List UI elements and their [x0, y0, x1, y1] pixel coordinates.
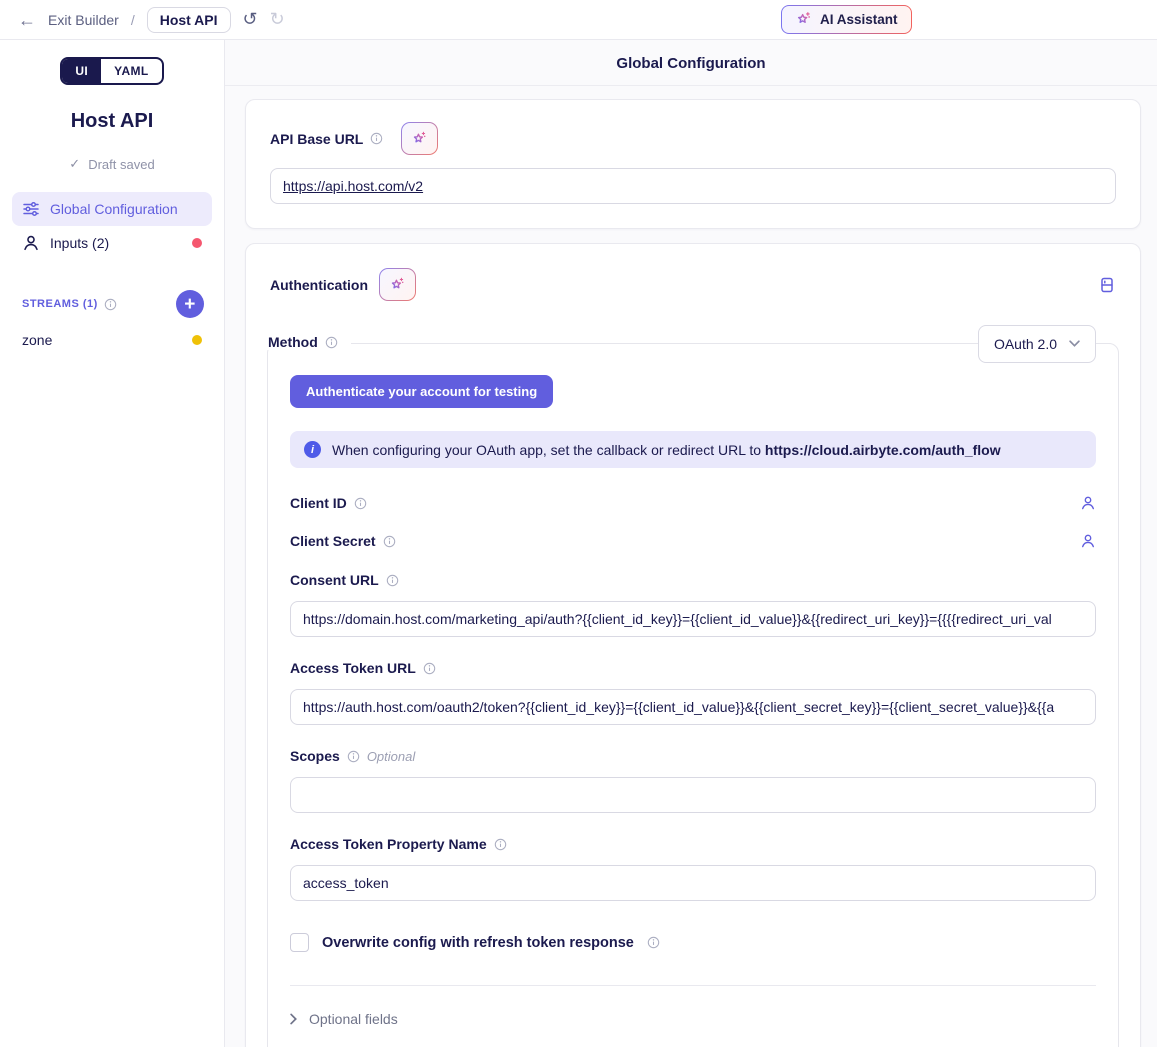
stream-status-dot: [192, 335, 202, 345]
inputs-status-dot: [192, 238, 202, 248]
toggle-yaml-option[interactable]: YAML: [101, 59, 162, 83]
divider: [290, 985, 1096, 986]
client-secret-row: Client Secret: [290, 533, 1096, 549]
connector-title: Host API: [0, 110, 224, 133]
user-input-link-icon[interactable]: [1080, 495, 1096, 511]
access-token-url-label: Access Token URL: [290, 660, 416, 676]
sidebar-item-label: Inputs (2): [50, 235, 109, 251]
access-token-property-label: Access Token Property Name: [290, 836, 487, 852]
info-icon[interactable]: [494, 838, 507, 851]
info-icon[interactable]: [104, 298, 117, 311]
overwrite-config-row: Overwrite config with refresh token resp…: [290, 933, 1096, 952]
access-token-url-input[interactable]: [290, 689, 1096, 725]
user-icon: [22, 234, 40, 252]
client-id-label: Client ID: [290, 495, 347, 511]
client-secret-label: Client Secret: [290, 533, 376, 549]
exit-builder-link[interactable]: Exit Builder: [48, 12, 119, 28]
api-base-url-label: API Base URL: [270, 131, 363, 147]
ai-suggest-button[interactable]: [401, 122, 438, 155]
info-filled-icon: i: [304, 441, 321, 458]
ai-sparkle-icon: [795, 11, 812, 28]
sidebar-item-stream-zone[interactable]: zone: [12, 326, 212, 354]
back-arrow-icon[interactable]: ←: [18, 11, 36, 29]
add-stream-button[interactable]: +: [176, 290, 204, 318]
scopes-input[interactable]: [290, 777, 1096, 813]
page-title: Global Configuration: [225, 40, 1157, 86]
info-icon[interactable]: [354, 497, 367, 510]
info-icon[interactable]: [386, 574, 399, 587]
documentation-icon[interactable]: [1098, 276, 1116, 294]
authentication-title: Authentication: [270, 277, 368, 293]
sidebar-item-global-configuration[interactable]: Global Configuration: [12, 192, 212, 226]
overwrite-config-checkbox[interactable]: [290, 933, 309, 952]
method-dropdown-value: OAuth 2.0: [994, 336, 1057, 352]
info-icon[interactable]: [370, 132, 383, 145]
optional-fields-label: Optional fields: [309, 1011, 398, 1027]
access-token-property-input[interactable]: [290, 865, 1096, 901]
info-icon[interactable]: [383, 535, 396, 548]
connector-name-field[interactable]: Host API: [147, 7, 231, 33]
info-icon[interactable]: [647, 936, 660, 949]
info-icon[interactable]: [423, 662, 436, 675]
sidebar: UI YAML Host API ✓ Draft saved Global Co…: [0, 40, 225, 1047]
scopes-field: Scopes Optional: [290, 748, 1096, 813]
api-base-url-card: API Base URL: [245, 99, 1141, 229]
user-input-link-icon[interactable]: [1080, 533, 1096, 549]
callback-url: https://cloud.airbyte.com/auth_flow: [765, 442, 1001, 458]
info-icon[interactable]: [325, 336, 338, 349]
oauth-fieldset: Method OAuth 2.0 Authenticate your accou…: [267, 343, 1119, 1047]
check-icon: ✓: [69, 156, 80, 172]
access-token-property-field: Access Token Property Name: [290, 836, 1096, 901]
method-dropdown[interactable]: OAuth 2.0: [978, 325, 1096, 363]
toggle-ui-option[interactable]: UI: [62, 59, 101, 83]
consent-url-field: Consent URL: [290, 572, 1096, 637]
ai-assistant-button[interactable]: AI Assistant: [781, 5, 912, 34]
info-icon[interactable]: [347, 750, 360, 763]
stream-name-label: zone: [22, 332, 52, 348]
ai-suggest-button[interactable]: [379, 268, 416, 301]
method-label: Method: [268, 334, 318, 350]
authentication-card: Authentication Method OAuth 2.0: [245, 243, 1141, 1047]
consent-url-label: Consent URL: [290, 572, 379, 588]
access-token-url-field: Access Token URL: [290, 660, 1096, 725]
sidebar-ui-yaml-toggle: UI YAML: [60, 57, 163, 85]
undo-icon[interactable]: ↺: [243, 9, 258, 30]
ai-assistant-label: AI Assistant: [820, 12, 898, 27]
authenticate-account-button[interactable]: Authenticate your account for testing: [290, 375, 553, 408]
scopes-label: Scopes: [290, 748, 340, 764]
save-status-label: Draft saved: [88, 157, 154, 172]
banner-text: When configuring your OAuth app, set the…: [332, 442, 1001, 458]
chevron-down-icon: [1069, 340, 1080, 348]
client-id-row: Client ID: [290, 495, 1096, 511]
save-status: ✓ Draft saved: [0, 156, 224, 172]
topbar: ← Exit Builder / Host API ↺ ↻ AI Assista…: [0, 0, 1157, 40]
streams-heading-label: STREAMS (1): [22, 298, 98, 310]
breadcrumb-separator: /: [131, 12, 135, 28]
main-panel: Global Configuration API Base URL Authen…: [225, 40, 1157, 1047]
sliders-icon: [22, 200, 40, 218]
optional-tag: Optional: [367, 749, 415, 764]
sidebar-item-inputs[interactable]: Inputs (2): [12, 226, 212, 260]
overwrite-config-label: Overwrite config with refresh token resp…: [322, 935, 634, 951]
sidebar-item-label: Global Configuration: [50, 201, 178, 217]
optional-fields-toggle[interactable]: Optional fields: [290, 1011, 1096, 1027]
oauth-callback-info-banner: i When configuring your OAuth app, set t…: [290, 431, 1096, 468]
redo-icon: ↻: [270, 9, 285, 30]
consent-url-input[interactable]: [290, 601, 1096, 637]
chevron-right-icon: [290, 1013, 298, 1025]
streams-header: STREAMS (1) +: [22, 290, 212, 318]
api-base-url-input[interactable]: [270, 168, 1116, 204]
